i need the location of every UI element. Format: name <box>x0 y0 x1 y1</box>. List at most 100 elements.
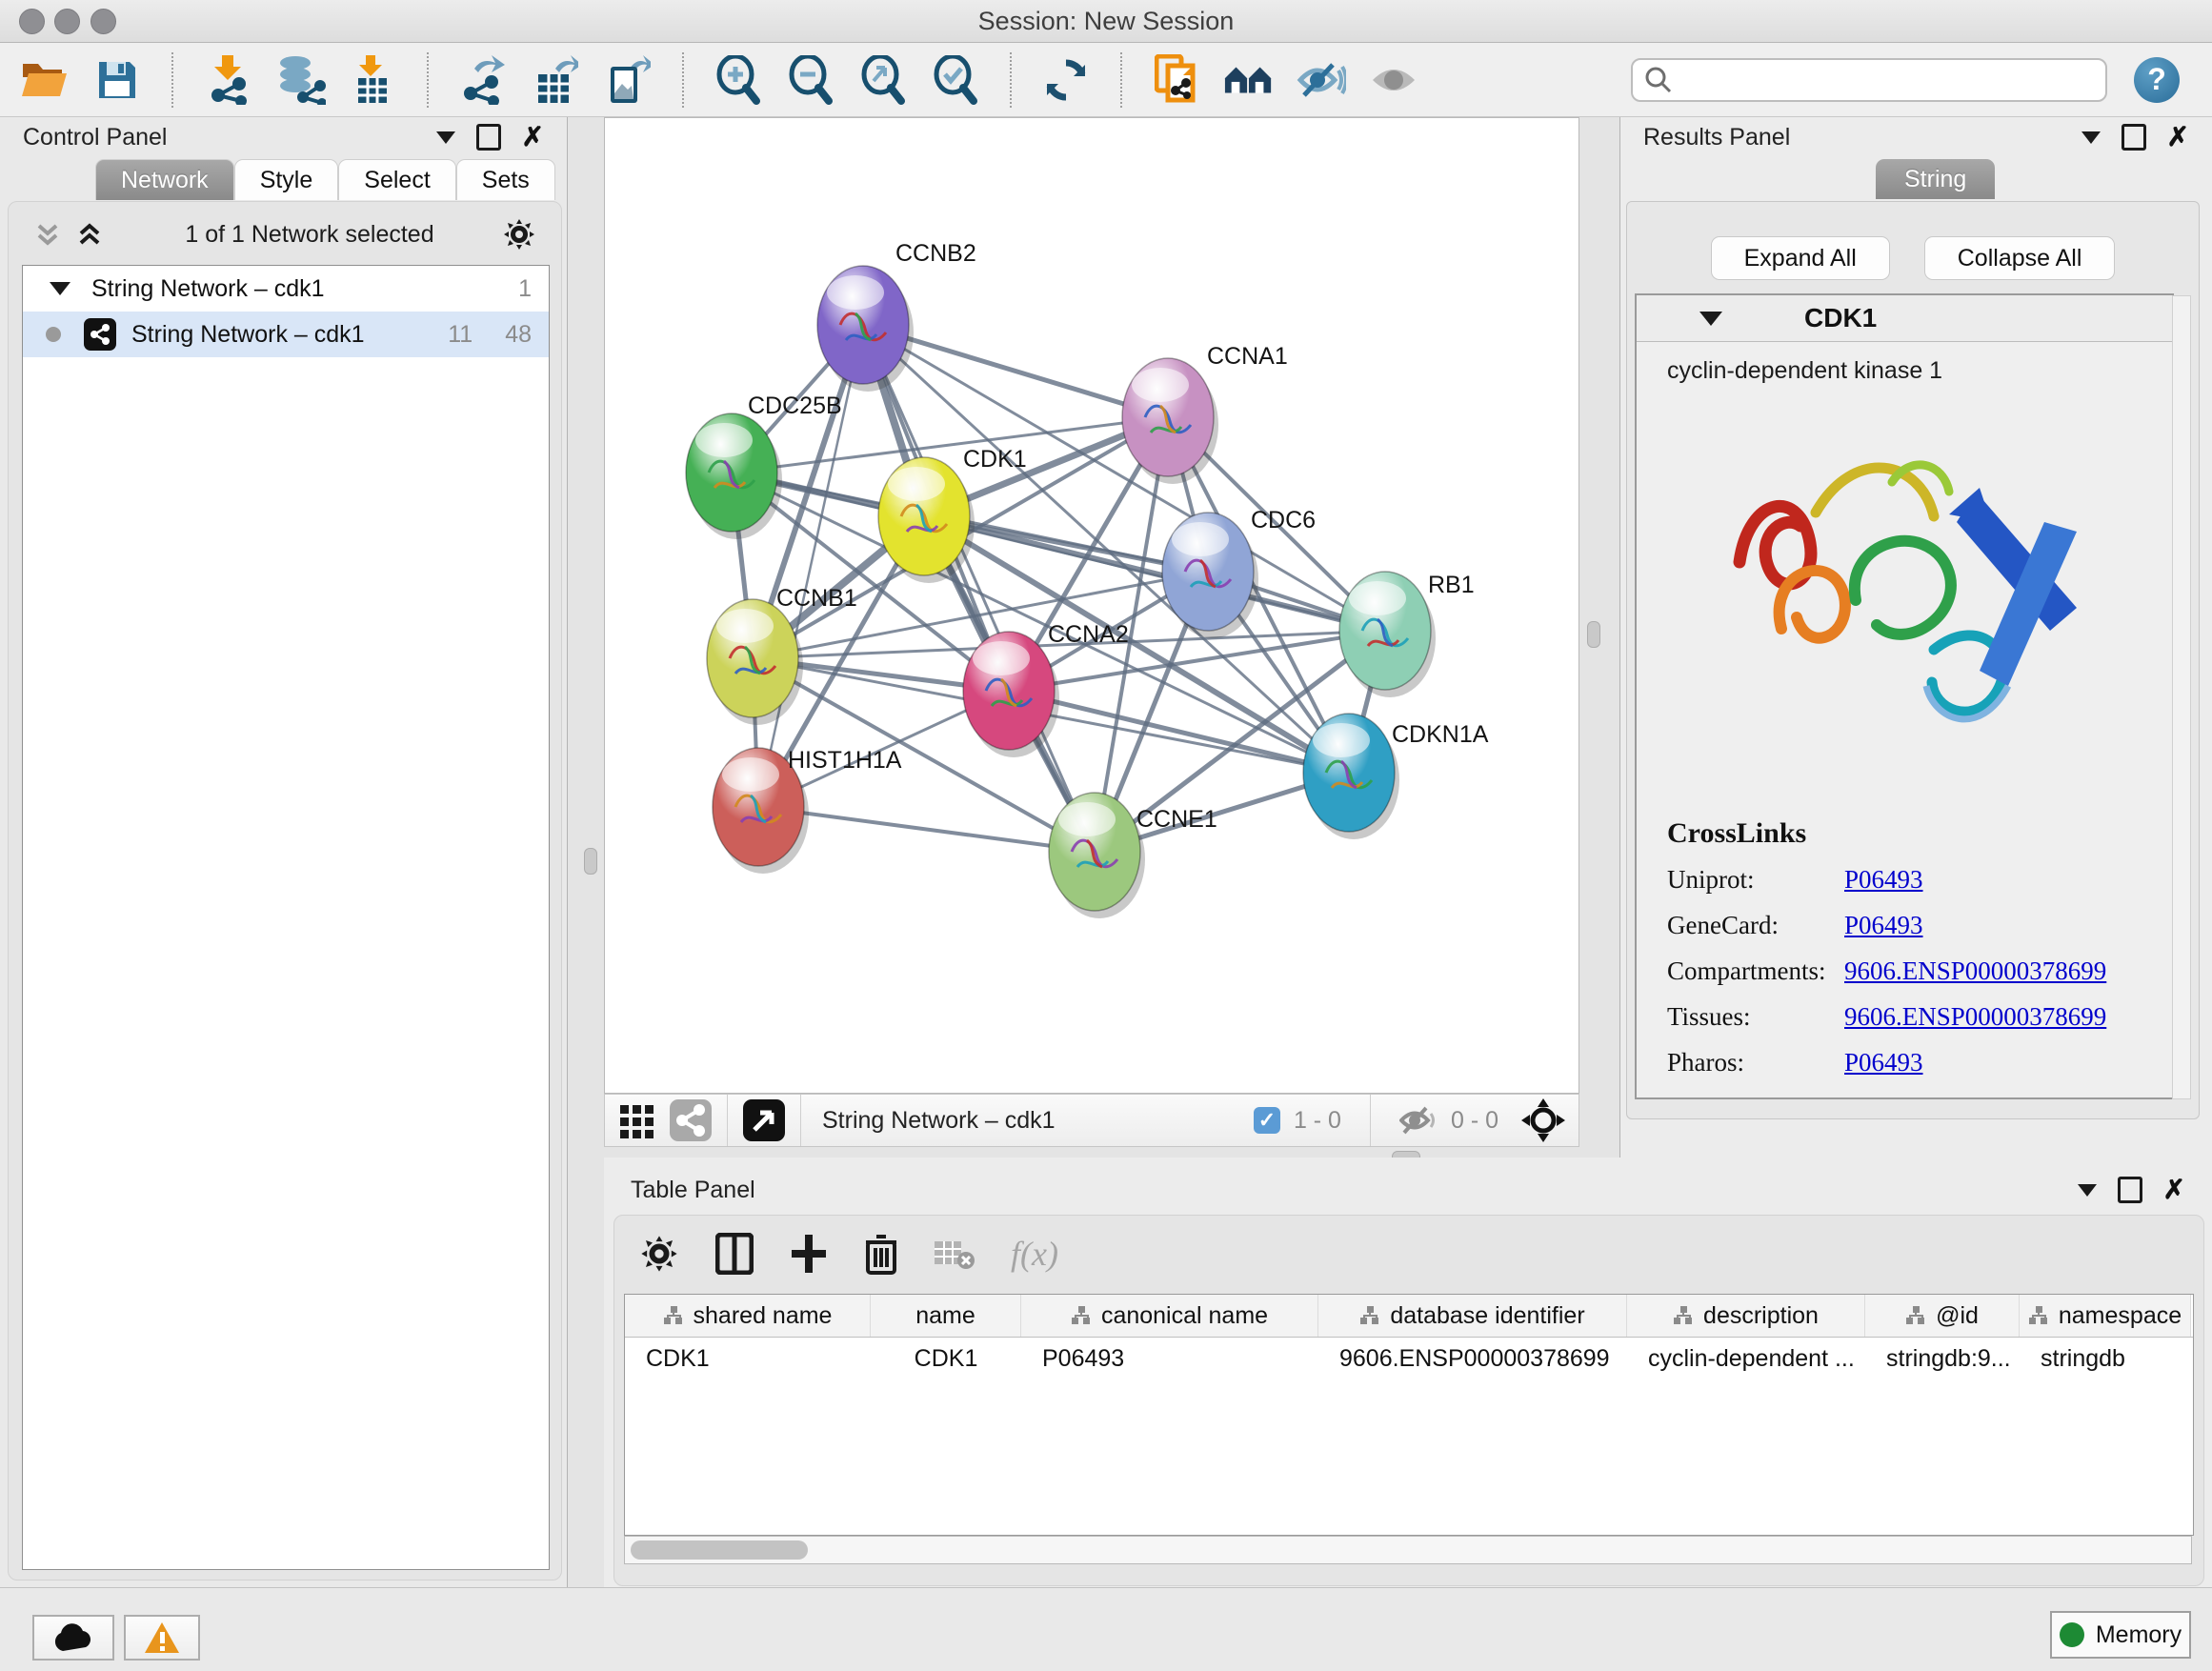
crosslink-tissues-link[interactable]: 9606.ENSP00000378699 <box>1844 1002 2106 1032</box>
zoom-fit-icon[interactable] <box>857 54 909 106</box>
network-node-CCNB1[interactable] <box>707 599 803 725</box>
cell-shared-name[interactable]: CDK1 <box>625 1338 871 1379</box>
warnings-button[interactable] <box>124 1615 200 1661</box>
crosslinks-title: CrossLinks <box>1667 817 2106 850</box>
crosslink-uniprot-link[interactable]: P06493 <box>1844 865 1923 895</box>
panel-menu-icon[interactable] <box>2078 1184 2097 1197</box>
close-panel-icon[interactable]: ✗ <box>522 124 544 151</box>
crosslink-genecard-link[interactable]: P06493 <box>1844 911 1923 940</box>
grid-view-icon[interactable] <box>618 1101 656 1139</box>
copy-network-icon[interactable] <box>1151 54 1202 106</box>
show-columns-icon[interactable] <box>715 1233 754 1275</box>
toolbar-separator <box>427 52 429 108</box>
network-collection-row[interactable]: String Network – cdk1 1 <box>23 266 549 312</box>
search-input[interactable] <box>1673 66 2094 94</box>
network-options-gear-icon[interactable] <box>502 217 536 252</box>
cell-canonical-name[interactable]: P06493 <box>1021 1338 1318 1379</box>
toolbar-separator <box>1370 1095 1371 1146</box>
import-network-icon[interactable] <box>202 54 253 106</box>
collection-expand-icon[interactable] <box>50 282 70 295</box>
left-splitter-handle[interactable] <box>584 848 597 875</box>
column-header-description[interactable]: description <box>1627 1295 1865 1337</box>
tab-select[interactable]: Select <box>338 159 455 200</box>
panel-menu-icon[interactable] <box>2081 131 2101 144</box>
selected-indicator-checkbox[interactable]: ✓ <box>1254 1107 1280 1134</box>
network-node-CCNA1[interactable] <box>1122 358 1218 484</box>
crosslink-pharos-link[interactable]: P06493 <box>1844 1048 1923 1077</box>
column-type-icon <box>1905 1305 1926 1326</box>
save-session-icon[interactable] <box>91 54 143 106</box>
cell-namespace[interactable]: stringdb <box>2020 1338 2191 1379</box>
export-table-icon[interactable] <box>530 54 581 106</box>
open-session-icon[interactable] <box>19 54 70 106</box>
refresh-layout-icon[interactable] <box>1040 54 1092 106</box>
network-row-selected[interactable]: String Network – cdk1 11 48 <box>23 312 549 357</box>
zoom-out-icon[interactable] <box>785 54 836 106</box>
column-header-id[interactable]: @id <box>1865 1295 2020 1337</box>
collapse-all-icon[interactable] <box>33 220 62 249</box>
float-panel-icon[interactable] <box>2122 124 2146 151</box>
expand-all-button[interactable]: Expand All <box>1711 236 1890 280</box>
tab-style[interactable]: Style <box>234 159 339 200</box>
zoom-in-icon[interactable] <box>713 54 764 106</box>
collapse-all-button[interactable]: Collapse All <box>1924 236 2116 280</box>
column-header-canonical-name[interactable]: canonical name <box>1021 1295 1318 1337</box>
search-box[interactable] <box>1631 58 2107 102</box>
results-scrollbar[interactable] <box>2172 295 2191 1099</box>
scrollbar-thumb[interactable] <box>631 1540 808 1560</box>
cell-name[interactable]: CDK1 <box>871 1338 1021 1379</box>
import-table-icon[interactable] <box>347 54 398 106</box>
network-node-CCNE1[interactable] <box>1049 793 1145 918</box>
tab-string[interactable]: String <box>1876 159 1995 199</box>
network-selection-status: 1 of 1 Network selected <box>117 221 502 249</box>
search-icon <box>1644 66 1673 94</box>
birds-eye-view-icon[interactable] <box>1521 1098 1565 1142</box>
tab-sets[interactable]: Sets <box>456 159 555 200</box>
cell-database-identifier[interactable]: 9606.ENSP00000378699 <box>1318 1338 1627 1379</box>
network-canvas[interactable]: CCNB2CCNA1CDC25BCDK1CDC6RB1CCNB1CCNA2CDK… <box>604 117 1579 1094</box>
export-network-icon[interactable] <box>457 54 509 106</box>
gene-collapse-icon[interactable] <box>1699 312 1722 326</box>
tab-network[interactable]: Network <box>95 159 234 200</box>
export-image-icon[interactable] <box>602 54 654 106</box>
right-splitter-handle[interactable] <box>1587 621 1600 648</box>
delete-column-icon[interactable] <box>864 1233 898 1275</box>
network-node-CDC6[interactable] <box>1162 513 1258 638</box>
table-row[interactable]: CDK1 CDK1 P06493 9606.ENSP00000378699 cy… <box>625 1338 2193 1379</box>
hide-panels-icon[interactable] <box>1223 54 1275 106</box>
network-node-CDK1[interactable] <box>878 457 975 583</box>
column-header-shared-name[interactable]: shared name <box>625 1295 871 1337</box>
close-panel-icon[interactable]: ✗ <box>2163 1177 2185 1203</box>
show-graphics-icon[interactable] <box>1368 54 1419 106</box>
zoom-selected-icon[interactable] <box>930 54 981 106</box>
detach-view-icon[interactable] <box>743 1099 785 1141</box>
hide-annotations-icon[interactable] <box>1296 54 1347 106</box>
expand-all-icon[interactable] <box>75 220 104 249</box>
gene-section-header[interactable]: CDK1 <box>1637 295 2172 342</box>
table-options-gear-icon[interactable] <box>639 1234 679 1274</box>
network-node-label: RB1 <box>1428 572 1475 598</box>
cell-description[interactable]: cyclin-dependent ... <box>1627 1338 1865 1379</box>
gene-description: cyclin-dependent kinase 1 <box>1637 342 2172 385</box>
network-node-CCNA2[interactable] <box>963 632 1059 757</box>
crosslink-compartments-link[interactable]: 9606.ENSP00000378699 <box>1844 956 2106 986</box>
column-header-namespace[interactable]: namespace <box>2020 1295 2191 1337</box>
float-panel-icon[interactable] <box>476 124 501 151</box>
help-button[interactable]: ? <box>2134 57 2180 103</box>
import-network-from-database-icon[interactable] <box>274 54 326 106</box>
network-node-CCNB2[interactable] <box>817 266 914 392</box>
table-horizontal-scrollbar[interactable] <box>624 1536 2192 1564</box>
network-node-CDKN1A[interactable] <box>1303 714 1399 839</box>
share-view-icon[interactable] <box>670 1099 712 1141</box>
collection-count: 1 <box>518 275 532 303</box>
column-header-name[interactable]: name <box>871 1295 1021 1337</box>
memory-button[interactable]: Memory <box>2050 1611 2191 1659</box>
cloud-status-button[interactable] <box>32 1615 114 1661</box>
panel-menu-icon[interactable] <box>436 131 455 144</box>
close-panel-icon[interactable]: ✗ <box>2167 124 2189 151</box>
cell-id[interactable]: stringdb:9... <box>1865 1338 2020 1379</box>
float-panel-icon[interactable] <box>2118 1177 2142 1203</box>
column-header-database-identifier[interactable]: database identifier <box>1318 1295 1627 1337</box>
network-node-RB1[interactable] <box>1339 572 1436 697</box>
create-column-icon[interactable] <box>790 1233 828 1275</box>
